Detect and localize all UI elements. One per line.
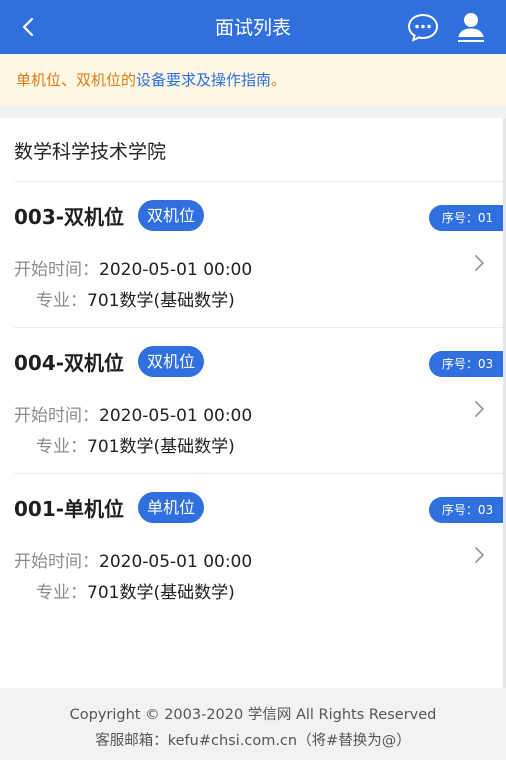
device-guide-link[interactable]: 设备要求及操作指南 bbox=[136, 71, 271, 89]
notice-suffix: 。 bbox=[271, 71, 287, 89]
start-time-value: 2020-05-01 00:00 bbox=[99, 260, 253, 280]
start-time-value: 2020-05-01 00:00 bbox=[99, 406, 253, 426]
major-value: 701数学(基础数学) bbox=[87, 437, 235, 457]
copyright-text: Copyright © 2003-2020 学信网 All Rights Res… bbox=[69, 707, 437, 723]
session-type-badge: 双机位 bbox=[138, 200, 205, 231]
notice-banner: 单机位、双机位的设备要求及操作指南。 bbox=[0, 54, 506, 106]
major-row: 专业：701数学(基础数学) bbox=[36, 286, 235, 311]
sequence-badge: 序号：03 bbox=[429, 497, 506, 523]
major-row: 专业：701数学(基础数学) bbox=[36, 432, 235, 457]
start-time-row: 开始时间：2020-05-01 00:00 bbox=[14, 547, 252, 572]
notice-prefix: 单机位、双机位的 bbox=[16, 71, 137, 89]
school-name: 数学科学技术学院 bbox=[14, 141, 167, 163]
major-value: 701数学(基础数学) bbox=[87, 583, 235, 603]
start-time-row: 开始时间：2020-05-01 00:00 bbox=[14, 401, 252, 426]
chevron-right-icon bbox=[475, 401, 484, 417]
sequence-badge: 序号：03 bbox=[429, 351, 506, 377]
session-card-3[interactable]: 001-单机位 单机位 序号：03 开始时间：2020-05-01 00:00 … bbox=[0, 474, 506, 620]
chat-bubble-icon[interactable] bbox=[406, 11, 440, 43]
session-name: 003-双机位 bbox=[14, 205, 125, 229]
major-label: 专业： bbox=[36, 291, 87, 311]
major-label: 专业： bbox=[36, 583, 87, 603]
sequence-badge: 序号：01 bbox=[429, 205, 506, 231]
session-name: 001-单机位 bbox=[14, 497, 125, 521]
session-name: 004-双机位 bbox=[14, 351, 125, 375]
chevron-right-icon bbox=[475, 547, 484, 563]
start-time-label: 开始时间： bbox=[14, 260, 99, 280]
section-gap bbox=[0, 106, 506, 118]
start-time-row: 开始时间：2020-05-01 00:00 bbox=[14, 255, 252, 280]
start-time-value: 2020-05-01 00:00 bbox=[99, 552, 253, 572]
major-row: 专业：701数学(基础数学) bbox=[36, 578, 235, 603]
session-type-badge: 单机位 bbox=[138, 492, 205, 523]
service-email-text: 客服邮箱：kefu#chsi.com.cn（将#替换为@） bbox=[95, 733, 411, 749]
major-value: 701数学(基础数学) bbox=[87, 291, 235, 311]
top-bar: 面试列表 bbox=[0, 0, 506, 54]
start-time-label: 开始时间： bbox=[14, 552, 99, 572]
footer: Copyright © 2003-2020 学信网 All Rights Res… bbox=[0, 688, 506, 760]
user-icon[interactable] bbox=[454, 10, 488, 44]
start-time-label: 开始时间： bbox=[14, 406, 99, 426]
session-type-badge: 双机位 bbox=[138, 346, 205, 377]
major-label: 专业： bbox=[36, 437, 87, 457]
chevron-right-icon bbox=[475, 255, 484, 271]
session-card-2[interactable]: 004-双机位 双机位 序号：03 开始时间：2020-05-01 00:00 … bbox=[0, 328, 506, 474]
session-card-1[interactable]: 003-双机位 双机位 序号：01 开始时间：2020-05-01 00:00 … bbox=[0, 182, 506, 328]
